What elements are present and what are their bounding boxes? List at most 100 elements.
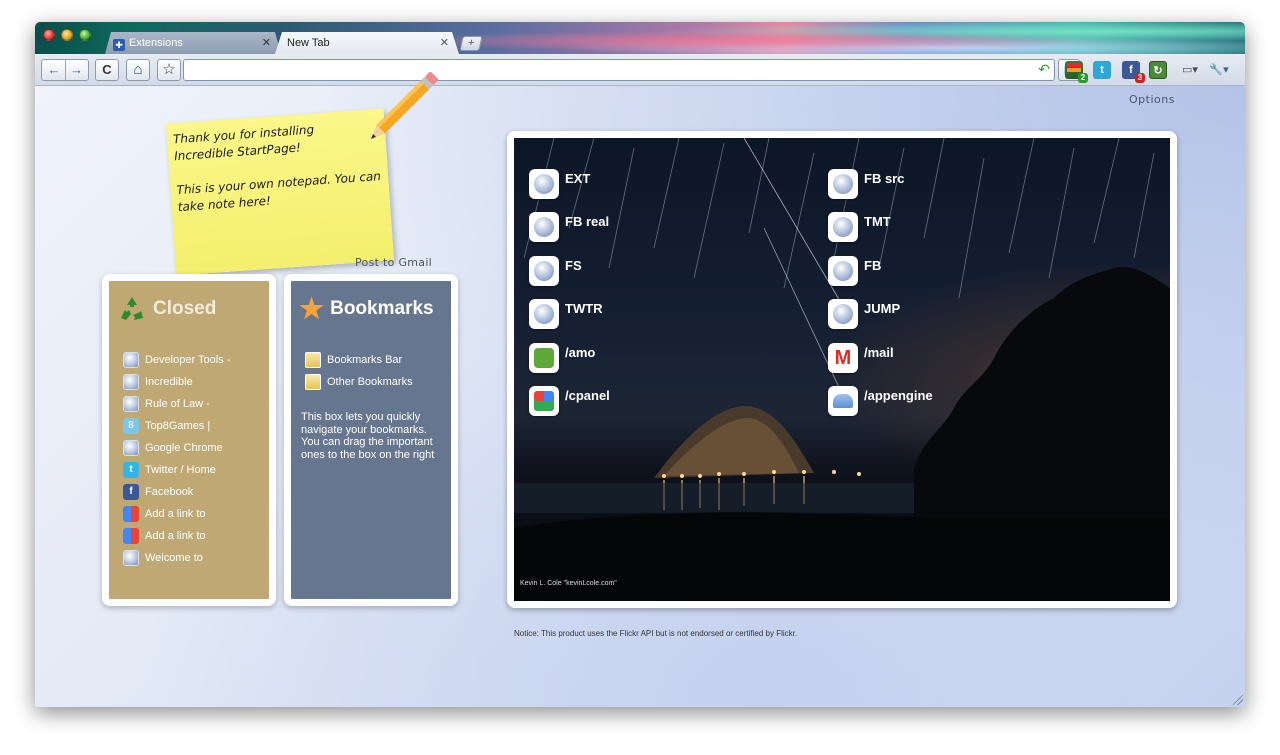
globe-icon (529, 299, 559, 329)
puzzle-icon (529, 343, 559, 373)
shortcut-tile[interactable]: /appengine (828, 386, 933, 416)
tab-new-tab[interactable]: New Tab ✕ (275, 32, 459, 54)
facebook-icon: f (123, 484, 139, 500)
globe-icon (529, 169, 559, 199)
shortcut-tile[interactable]: TWTR (529, 299, 603, 329)
minimize-window-button[interactable] (61, 29, 73, 41)
browser-window: ✚ Extensions ✕ New Tab ✕ + ←→ C ⌂ ☆ ↶ ▶ 2… (35, 22, 1245, 707)
google-icon (529, 386, 559, 416)
bookmark-folder[interactable]: Other Bookmarks (299, 371, 451, 393)
bookmarks-panel: ★ Bookmarks Bookmarks Bar Other Bookmark… (284, 274, 458, 606)
globe-icon (828, 256, 858, 286)
globe-icon (828, 299, 858, 329)
shortcut-label: FB (864, 257, 882, 273)
shortcut-tile[interactable]: EXT (529, 169, 590, 199)
closed-item[interactable]: Incredible (117, 371, 269, 393)
closed-item-label: Developer Tools - (145, 354, 231, 366)
close-window-button[interactable] (43, 29, 55, 41)
closed-item[interactable]: Developer Tools - (117, 349, 269, 371)
bookmark-folder-label: Other Bookmarks (327, 376, 413, 388)
flickr-notice: Notice: This product uses the Flickr API… (514, 629, 798, 638)
shortcut-tile[interactable]: FB real (529, 212, 609, 242)
twitter-icon: t (123, 462, 139, 478)
closed-item[interactable]: Google Chrome (117, 437, 269, 459)
close-tab-icon[interactable]: ✕ (262, 32, 271, 54)
puzzle-icon: ✚ (113, 39, 125, 51)
closed-item-label: Google Chrome (145, 442, 223, 454)
reload-button[interactable]: C (95, 59, 119, 81)
resize-grip-icon[interactable] (1233, 695, 1243, 705)
appengine-icon (828, 386, 858, 416)
closed-item-label: Welcome to (145, 552, 203, 564)
extension-badge: 3 (1135, 73, 1145, 83)
shortcut-tile[interactable]: JUMP (828, 299, 900, 329)
globe-icon (123, 352, 139, 368)
closed-item[interactable]: Add a link to (117, 503, 269, 525)
bookmarks-extension-icon[interactable]: 2 (1065, 61, 1088, 83)
undo-arrow-icon[interactable]: ↶ (1038, 61, 1050, 78)
forward-button[interactable]: → (65, 60, 87, 80)
globe-icon (123, 396, 139, 412)
closed-item[interactable]: 8 Top8Games | (117, 415, 269, 437)
closed-list: Developer Tools - Incredible Rule of Law… (117, 349, 269, 569)
closed-item[interactable]: Rule of Law - (117, 393, 269, 415)
omnibox[interactable]: ↶ (183, 59, 1055, 81)
google-icon (123, 506, 139, 522)
bookmark-star-button[interactable]: ☆ (157, 59, 181, 81)
star-icon: ★ (299, 293, 325, 324)
shortcut-label: /amo (565, 344, 596, 360)
shortcut-tile[interactable]: FB (828, 256, 881, 286)
post-to-gmail-link[interactable]: Post to Gmail (355, 256, 432, 269)
closed-item[interactable]: Welcome to (117, 547, 269, 569)
tab-label: New Tab (287, 37, 330, 49)
shortcut-label: TWTR (565, 300, 603, 316)
shortcut-tile[interactable]: M/mail (828, 343, 894, 373)
bookmark-folder[interactable]: Bookmarks Bar (299, 349, 451, 371)
photo-credit: Kevin L. Cole "kevinLcole.com" (520, 580, 617, 587)
recycle-icon (121, 297, 143, 320)
closed-item-label: Facebook (145, 486, 194, 498)
bookmark-folder-label: Bookmarks Bar (327, 354, 403, 366)
wrench-menu-icon[interactable]: 🔧▾ (1207, 61, 1231, 79)
shortcut-label: EXT (565, 170, 591, 186)
globe-icon (123, 374, 139, 390)
globe-icon (123, 550, 139, 566)
shortcut-tile[interactable]: FS (529, 256, 582, 286)
globe-icon (828, 212, 858, 242)
sticky-notepad[interactable]: Thank you for installing Incredible Star… (165, 108, 395, 276)
shortcut-label: FB real (565, 213, 610, 229)
closed-item-label: Twitter / Home (145, 464, 216, 476)
shortcut-tile[interactable]: FB src (828, 169, 904, 199)
tab-extensions[interactable]: ✚ Extensions ✕ (105, 32, 281, 54)
shortcut-label: /mail (864, 344, 894, 360)
shortcut-label: TMT (864, 213, 891, 229)
globe-icon (828, 169, 858, 199)
shortcut-label: FB src (864, 170, 905, 186)
facebook-extension-icon[interactable]: f 3 (1122, 61, 1145, 83)
closed-tabs-panel: Closed Developer Tools - Incredible Rule… (102, 274, 276, 606)
google-icon (123, 528, 139, 544)
bookmarks-title: Bookmarks (330, 298, 434, 319)
page-menu-icon[interactable]: ▭▾ (1178, 61, 1202, 79)
shortcut-label: FS (565, 257, 582, 273)
zoom-window-button[interactable] (79, 29, 91, 41)
refresh-extension-icon[interactable]: ↻ (1149, 61, 1167, 79)
folder-icon (305, 352, 321, 368)
options-link[interactable]: Options (1129, 93, 1175, 106)
home-button[interactable]: ⌂ (126, 59, 150, 81)
shortcut-tile[interactable]: /amo (529, 343, 595, 373)
closed-item-label: Add a link to (145, 508, 206, 520)
closed-title: Closed (153, 298, 217, 319)
closed-item[interactable]: f Facebook (117, 481, 269, 503)
tab-strip: ✚ Extensions ✕ New Tab ✕ + (35, 22, 1245, 54)
shortcut-tile[interactable]: TMT (828, 212, 891, 242)
new-tab-page: Options Thank you for installing Incredi… (35, 71, 1245, 707)
closed-item[interactable]: t Twitter / Home (117, 459, 269, 481)
shortcut-tile[interactable]: /cpanel (529, 386, 610, 416)
close-tab-icon[interactable]: ✕ (440, 32, 449, 54)
new-tab-button[interactable]: + (459, 36, 483, 51)
extension-badge: 2 (1078, 73, 1088, 83)
back-button[interactable]: ← (43, 60, 65, 80)
twitter-extension-icon[interactable]: t (1093, 61, 1111, 79)
closed-item[interactable]: Add a link to (117, 525, 269, 547)
